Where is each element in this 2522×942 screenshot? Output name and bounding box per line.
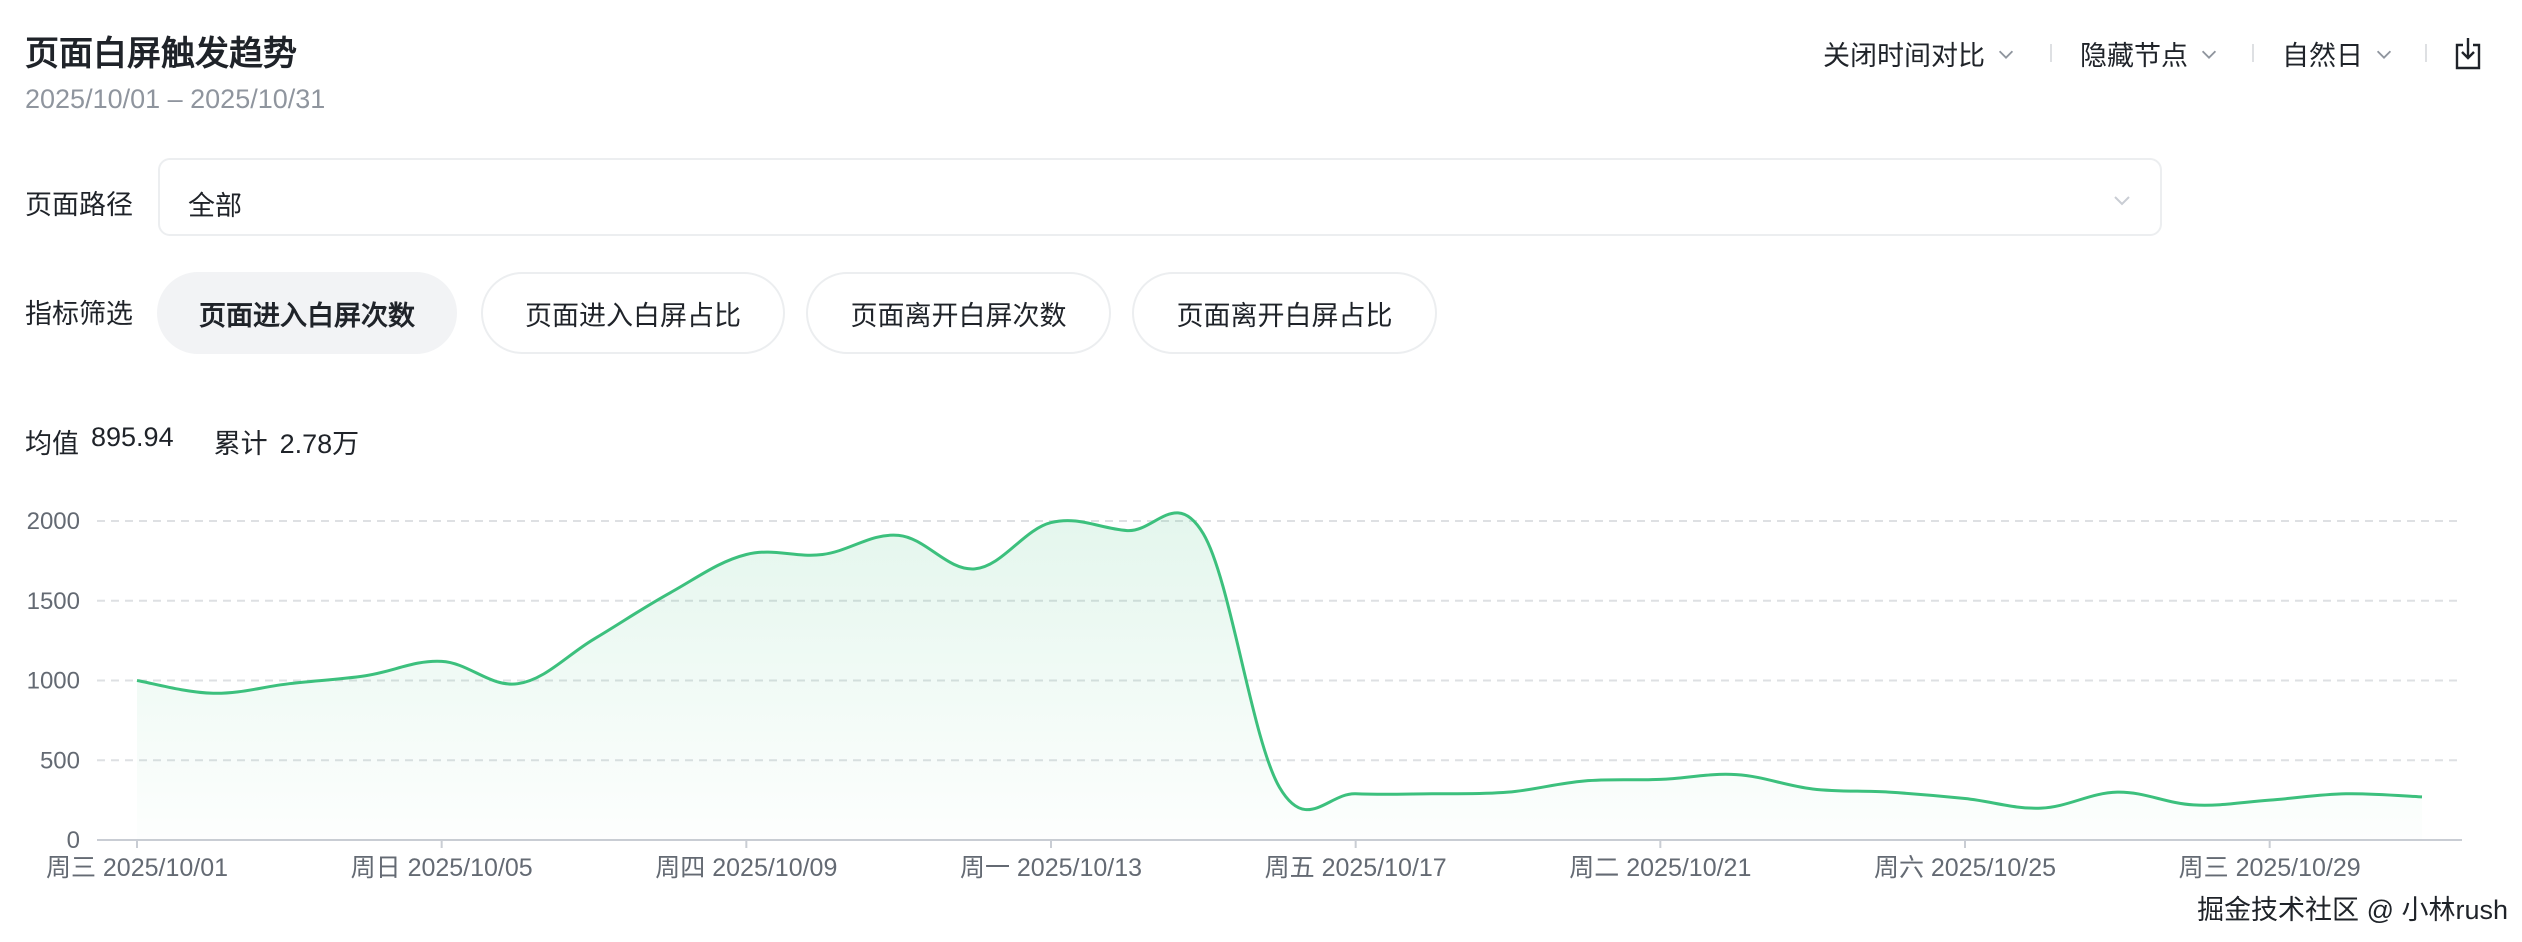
data-point [1049, 520, 1054, 525]
y-tick-label: 1500 [27, 588, 80, 615]
nodes-label: 隐藏节点 [2080, 41, 2188, 71]
page-path-select[interactable]: 全部 [158, 158, 2162, 236]
data-point [439, 659, 444, 664]
data-point [744, 552, 749, 557]
data-point [515, 681, 520, 686]
data-point [2267, 798, 2272, 803]
data-point [363, 673, 368, 678]
data-point [820, 552, 825, 557]
x-axis-ticks: 周三 2025/10/01 周日 2025/10/05 周四 2025/10/09 周… [46, 840, 2361, 882]
data-point [1658, 777, 1663, 782]
summary-stats: 均值 895.94 累计 2.78万 [25, 422, 359, 461]
data-point [896, 533, 901, 538]
metric-pill-enter-count[interactable]: 页面进入白屏次数 [157, 272, 457, 354]
y-tick-label: 2000 [27, 508, 80, 535]
data-point [2343, 791, 2348, 796]
data-point [1963, 796, 1968, 801]
data-point [1125, 528, 1130, 533]
data-point [2115, 790, 2120, 795]
data-point [1277, 785, 1282, 790]
chevron-down-icon [2376, 50, 2392, 59]
page-path-value: 全部 [188, 191, 242, 221]
y-axis-ticks: 0 500 1000 1500 2000 [27, 508, 80, 854]
chevron-down-icon [2114, 196, 2130, 206]
watermark: 掘金技术社区 @ 小林rush [2197, 895, 2508, 925]
y-tick-label: 500 [40, 747, 80, 774]
granularity-select[interactable]: 自然日 [2282, 34, 2395, 73]
data-point [135, 678, 140, 683]
data-point [2191, 802, 2196, 807]
nodes-toggle[interactable]: 隐藏节点 [2080, 34, 2220, 73]
data-point [1201, 531, 1206, 536]
toolbar-divider [2050, 44, 2052, 62]
metric-pill-leave-count[interactable]: 页面离开白屏次数 [806, 272, 1111, 354]
x-tick-label: 周一 2025/10/13 [960, 854, 1142, 882]
data-point [1734, 772, 1739, 777]
data-point [287, 681, 292, 686]
x-tick-label: 周六 2025/10/25 [1874, 854, 2056, 882]
page-title: 页面白屏触发趋势 [25, 35, 297, 73]
data-point [211, 691, 216, 696]
avg-label: 均值 [25, 429, 79, 459]
x-tick-label: 周三 2025/10/29 [2179, 854, 2361, 882]
x-tick-label: 周五 2025/10/17 [1265, 854, 1447, 882]
data-point [1582, 778, 1587, 783]
toolbar-divider [2252, 44, 2254, 62]
toolbar-divider [2425, 44, 2427, 62]
total-label: 累计 [213, 429, 268, 459]
date-range: 2025/10/01 – 2025/10/31 [25, 84, 326, 114]
data-point [668, 590, 673, 595]
chevron-down-icon [2201, 50, 2217, 59]
total-value: 2.78万 [279, 429, 360, 459]
data-point [2420, 794, 2425, 799]
metric-pill-leave-ratio[interactable]: 页面离开白屏占比 [1132, 272, 1437, 354]
chevron-down-icon [1998, 50, 2014, 59]
metric-pill-enter-ratio[interactable]: 页面进入白屏占比 [481, 272, 785, 354]
y-tick-label: 1000 [27, 668, 80, 695]
granularity-label: 自然日 [2282, 41, 2363, 71]
series-area [137, 512, 2422, 840]
data-point [1810, 786, 1815, 791]
trend-chart: 0 500 1000 1500 2000 周三 2025/10/01 周日 2025/10… [27, 508, 2462, 882]
x-tick-label: 周三 2025/10/01 [46, 854, 228, 882]
metric-filter-label: 指标筛选 [25, 299, 133, 329]
page-path-label: 页面路径 [25, 190, 133, 220]
y-tick-label: 0 [67, 827, 80, 854]
avg-value: 895.94 [91, 422, 174, 452]
compare-toggle[interactable]: 关闭时间对比 [1823, 34, 2017, 73]
data-point [2039, 806, 2044, 811]
x-tick-label: 周日 2025/10/05 [351, 854, 533, 882]
data-point [1506, 790, 1511, 795]
export-icon[interactable] [2452, 35, 2484, 71]
data-point [1886, 790, 1891, 795]
x-tick-label: 周四 2025/10/09 [655, 854, 837, 882]
compare-label: 关闭时间对比 [1823, 41, 1985, 71]
data-point [1353, 791, 1358, 796]
x-tick-label: 周二 2025/10/21 [1569, 854, 1751, 882]
data-point [1429, 791, 1434, 796]
data-point [972, 566, 977, 571]
data-point [592, 637, 597, 642]
